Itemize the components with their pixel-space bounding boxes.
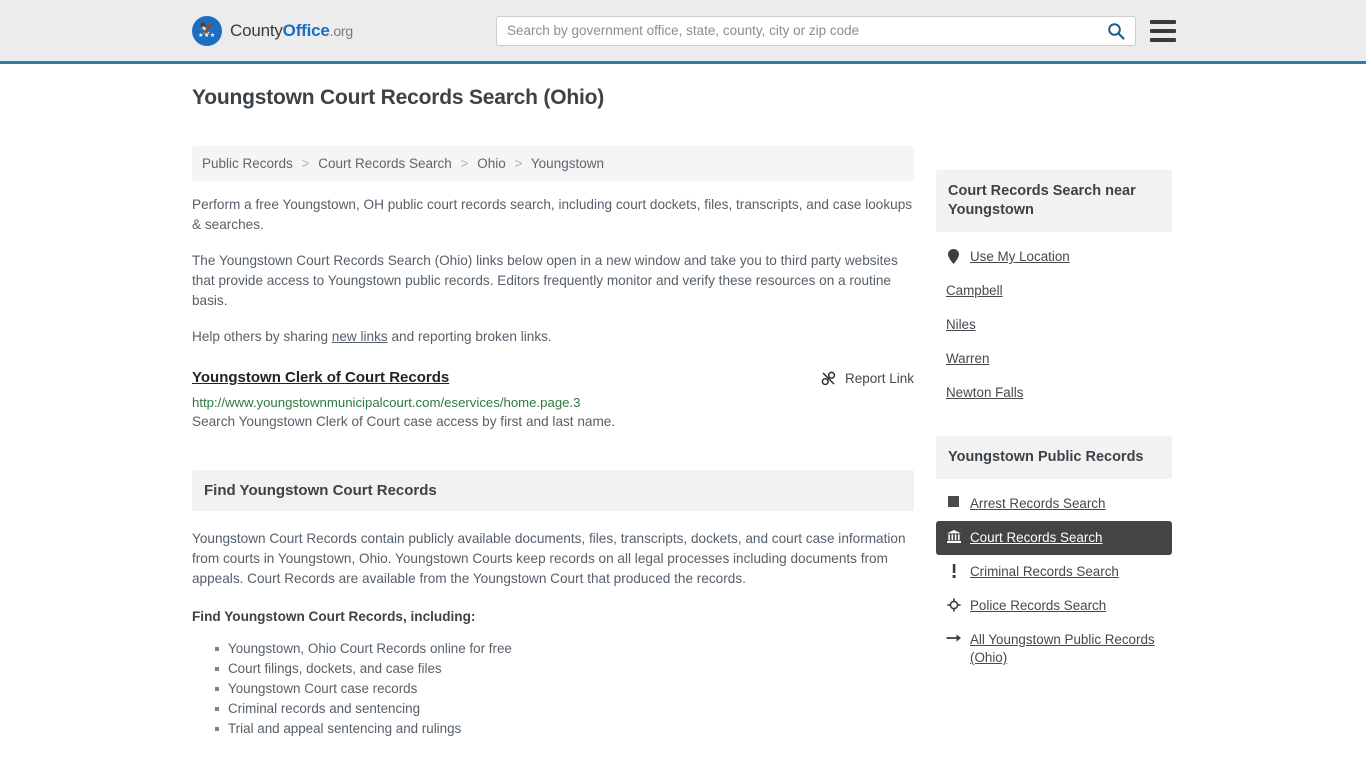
sidebar-item-label: All Youngstown Public Records (Ohio) [970, 632, 1155, 665]
link-result-header: Youngstown Clerk of Court Records Report… [192, 369, 914, 387]
nearby-panel-heading: Court Records Search near Youngstown [936, 170, 1172, 232]
report-link-button[interactable]: Report Link [820, 369, 914, 387]
site-logo[interactable]: 🦅 ★★★ CountyOffice.org [192, 15, 353, 46]
nearby-list: Use My Location Campbell Niles Warren Ne… [936, 232, 1172, 410]
breadcrumb-item-ohio[interactable]: Ohio [477, 156, 506, 171]
hamburger-bar [1150, 37, 1176, 42]
arrow-right-icon [946, 631, 961, 644]
sidebar-item-court-records-search[interactable]: Court Records Search [936, 521, 1172, 555]
breadcrumb-item-court-records-search[interactable]: Court Records Search [318, 156, 452, 171]
intro-paragraph-1: Perform a free Youngstown, OH public cou… [192, 197, 913, 232]
hamburger-bar [1150, 28, 1176, 33]
list-item: Youngstown, Ohio Court Records online fo… [215, 639, 914, 659]
eagle-logo-icon: 🦅 ★★★ [192, 15, 222, 46]
sidebar-item-newton-falls[interactable]: Newton Falls [936, 376, 1172, 410]
intro-p3-after: and reporting broken links. [387, 329, 552, 344]
brand-wordmark: CountyOffice.org [230, 21, 353, 41]
sidebar-item-niles[interactable]: Niles [936, 308, 1172, 342]
menu-button[interactable] [1150, 19, 1176, 42]
result-title-link[interactable]: Youngstown Clerk of Court Records [192, 369, 449, 386]
intro-text: Perform a free Youngstown, OH public cou… [192, 195, 914, 347]
breadcrumb-separator: > [460, 156, 469, 171]
sidebar-item-label: Campbell [946, 283, 1003, 298]
list-item: Court filings, dockets, and case files [215, 659, 914, 679]
link-result: Youngstown Clerk of Court Records Report… [192, 369, 914, 432]
public-records-list: Arrest Records Search Court Records Sear… [936, 479, 1172, 675]
list-item: Youngstown Court case records [215, 679, 914, 699]
sidebar-item-label: Warren [946, 351, 990, 366]
breadcrumb-separator: > [301, 156, 310, 171]
brand-part-office: Office [282, 20, 330, 40]
sidebar: Court Records Search near Youngstown Use… [936, 146, 1172, 739]
nearby-panel: Court Records Search near Youngstown Use… [936, 170, 1172, 410]
find-records-body: Youngstown Court Records contain publicl… [192, 511, 914, 739]
courthouse-icon [946, 529, 961, 543]
sidebar-item-arrest-records-search[interactable]: Arrest Records Search [936, 487, 1172, 521]
find-records-bullet-list: Youngstown, Ohio Court Records online fo… [192, 639, 914, 739]
sidebar-item-label: Court Records Search [970, 530, 1103, 545]
find-records-list-heading: Find Youngstown Court Records, including… [192, 609, 476, 624]
page-title: Youngstown Court Records Search (Ohio) [192, 86, 605, 109]
intro-paragraph-3: Help others by sharing new links and rep… [192, 327, 914, 347]
sidebar-item-campbell[interactable]: Campbell [936, 274, 1172, 308]
main-column: Public Records > Court Records Search > … [192, 146, 914, 739]
public-records-panel-heading: Youngstown Public Records [936, 436, 1172, 479]
brand-part-county: County [230, 20, 283, 40]
breadcrumb-separator: > [514, 156, 523, 171]
intro-paragraph-2: The Youngstown Court Records Search (Ohi… [192, 253, 898, 308]
sidebar-item-label: Criminal Records Search [970, 564, 1119, 579]
intro-p3-before: Help others by sharing [192, 329, 332, 344]
square-icon [946, 495, 961, 507]
page-body: Youngstown Court Records Search (Ohio) P… [0, 64, 1366, 739]
search-icon [1108, 22, 1125, 40]
public-records-panel: Youngstown Public Records Arrest Records… [936, 436, 1172, 675]
list-item: Trial and appeal sentencing and rulings [215, 719, 914, 739]
site-header: 🦅 ★★★ CountyOffice.org [0, 0, 1366, 64]
result-url: http://www.youngstownmunicipalcourt.com/… [192, 395, 581, 410]
search-input[interactable] [497, 16, 1097, 45]
broken-link-icon [821, 371, 836, 386]
breadcrumb: Public Records > Court Records Search > … [192, 146, 914, 181]
sidebar-item-label: Police Records Search [970, 598, 1107, 613]
sidebar-item-label: Newton Falls [946, 385, 1024, 400]
sidebar-item-criminal-records-search[interactable]: Criminal Records Search [936, 555, 1172, 589]
search-bar[interactable] [496, 15, 1136, 46]
sidebar-item-label: Niles [946, 317, 976, 332]
find-records-heading: Find Youngstown Court Records [192, 470, 914, 511]
report-link-label: Report Link [844, 371, 914, 386]
find-records-section: Find Youngstown Court Records Youngstown… [192, 470, 914, 739]
content-container: Public Records > Court Records Search > … [192, 126, 1174, 739]
brand-part-org: .org [329, 22, 354, 39]
hamburger-bar [1150, 19, 1176, 24]
map-pin-icon [946, 248, 961, 264]
sidebar-item-warren[interactable]: Warren [936, 342, 1172, 376]
sidebar-item-label: Use My Location [970, 249, 1070, 264]
breadcrumb-item-public-records[interactable]: Public Records [202, 156, 293, 171]
sidebar-item-all-public-records[interactable]: All Youngstown Public Records (Ohio) [936, 623, 1172, 675]
list-item: Criminal records and sentencing [215, 699, 914, 719]
search-button[interactable] [1097, 17, 1135, 45]
new-links-link[interactable]: new links [332, 329, 388, 344]
sidebar-item-police-records-search[interactable]: Police Records Search [936, 589, 1172, 623]
sidebar-item-label: Arrest Records Search [970, 496, 1106, 511]
sidebar-item-use-my-location[interactable]: Use My Location [936, 240, 1172, 274]
breadcrumb-item-youngstown[interactable]: Youngstown [531, 156, 604, 171]
result-description: Search Youngstown Clerk of Court case ac… [192, 414, 616, 429]
find-records-paragraph: Youngstown Court Records contain publicl… [192, 531, 906, 586]
exclamation-icon [946, 563, 961, 578]
police-badge-icon [946, 597, 961, 612]
